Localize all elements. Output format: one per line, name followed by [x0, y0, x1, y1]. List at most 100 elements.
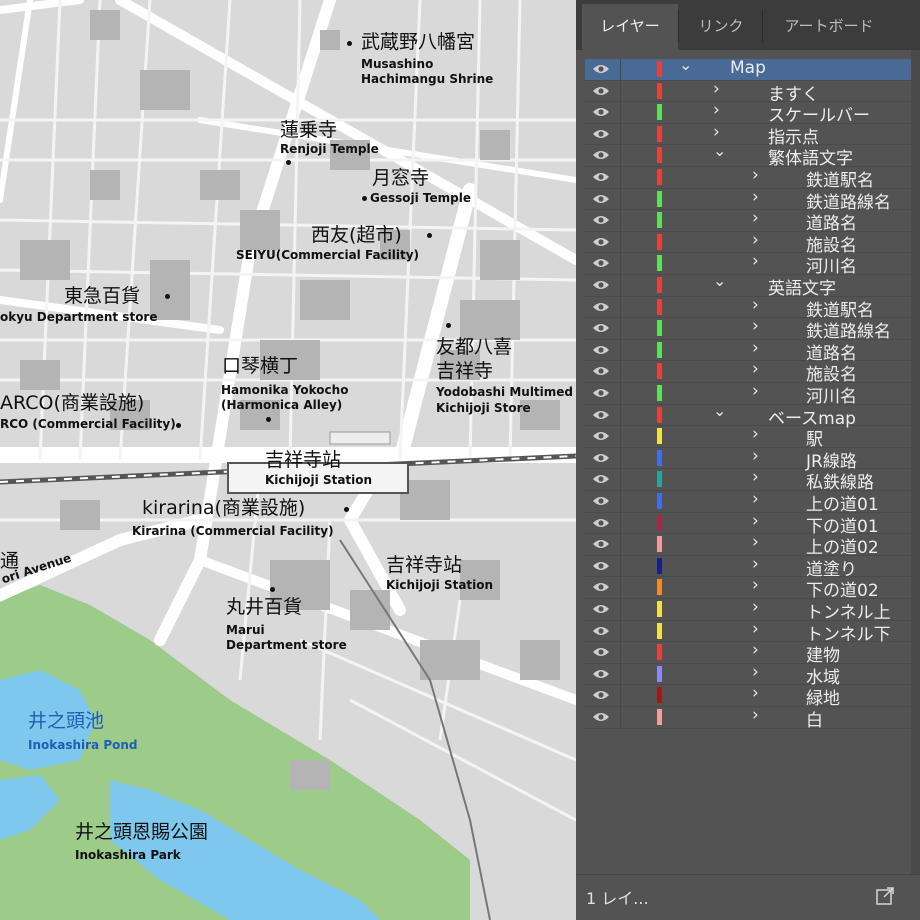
layer-row[interactable]: › スケールバー [585, 100, 920, 126]
visibility-eye-icon[interactable] [592, 301, 610, 313]
layer-row[interactable]: › 道塗り [585, 554, 920, 580]
map-canvas[interactable]: #l-musashino-ja{left:361px;top:32px;} #l… [0, 0, 576, 920]
visibility-eye-icon[interactable] [592, 365, 610, 377]
visibility-eye-icon[interactable] [592, 668, 610, 680]
layer-row[interactable]: › ますく [585, 79, 920, 105]
visibility-eye-icon[interactable] [592, 344, 610, 356]
layer-row[interactable]: › 指示点 [585, 122, 920, 148]
visibility-eye-icon[interactable] [592, 517, 610, 529]
visibility-eye-icon[interactable] [592, 603, 610, 615]
chevron-right-icon[interactable]: › [752, 165, 759, 185]
layer-row[interactable]: › トンネル下 [585, 619, 920, 645]
visibility-eye-icon[interactable] [592, 322, 610, 334]
visibility-eye-icon[interactable] [592, 625, 610, 637]
layer-list-scrollbar[interactable] [911, 50, 920, 874]
layer-row[interactable]: › 道路名 [585, 338, 920, 364]
visibility-eye-icon[interactable] [592, 711, 610, 723]
visibility-eye-icon[interactable] [592, 257, 610, 269]
chevron-right-icon[interactable]: › [713, 79, 720, 99]
visibility-eye-icon[interactable] [592, 63, 610, 75]
layer-row[interactable]: ⌄ ベースmap [585, 401, 920, 429]
layer-row[interactable]: › 鉄道路線名 [585, 187, 920, 213]
chevron-right-icon[interactable]: › [752, 683, 759, 703]
visibility-eye-icon[interactable] [592, 279, 610, 291]
chevron-right-icon[interactable]: › [752, 424, 759, 444]
visibility-eye-icon[interactable] [592, 473, 610, 485]
layer-row[interactable]: › 上の道01 [585, 489, 920, 515]
visibility-eye-icon[interactable] [592, 106, 610, 118]
layer-row[interactable]: › 上の道02 [585, 532, 920, 558]
layer-row[interactable]: › 施設名 [585, 230, 920, 256]
layer-row[interactable]: ⌄ 英語文字 [585, 271, 920, 299]
chevron-right-icon[interactable]: › [752, 575, 759, 595]
visibility-eye-icon[interactable] [592, 646, 610, 658]
chevron-right-icon[interactable]: › [752, 619, 759, 639]
visibility-eye-icon[interactable] [592, 495, 610, 507]
layer-row[interactable]: › 下の道01 [585, 511, 920, 537]
visibility-eye-icon[interactable] [592, 387, 610, 399]
visibility-eye-icon[interactable] [592, 409, 610, 421]
chevron-right-icon[interactable]: › [752, 316, 759, 336]
chevron-right-icon[interactable]: › [752, 705, 759, 725]
tab-links[interactable]: リンク [680, 4, 762, 50]
visibility-eye-icon[interactable] [592, 581, 610, 593]
layer-row[interactable]: › 鉄道路線名 [585, 316, 920, 342]
visibility-eye-icon[interactable] [592, 538, 610, 550]
chevron-right-icon[interactable]: › [752, 532, 759, 552]
visibility-eye-icon[interactable] [592, 430, 610, 442]
layer-row[interactable]: › 白 [585, 705, 920, 731]
chevron-right-icon[interactable]: › [713, 122, 720, 142]
chevron-right-icon[interactable]: › [752, 662, 759, 682]
visibility-eye-icon[interactable] [592, 128, 610, 140]
layer-row[interactable]: › 鉄道駅名 [585, 165, 920, 191]
layer-row[interactable]: ⌄ 繁体語文字 [585, 141, 920, 169]
chevron-right-icon[interactable]: › [752, 230, 759, 250]
visibility-eye-icon[interactable] [592, 214, 610, 226]
visibility-eye-icon[interactable] [592, 236, 610, 248]
chevron-right-icon[interactable]: › [752, 554, 759, 574]
visibility-eye-icon[interactable] [592, 171, 610, 183]
layer-row[interactable]: › 施設名 [585, 359, 920, 385]
tab-layers[interactable]: レイヤー [582, 4, 678, 50]
chevron-right-icon[interactable]: › [752, 359, 759, 379]
layer-row[interactable]: › 私鉄線路 [585, 467, 920, 493]
layer-row[interactable]: › 河川名 [585, 251, 920, 277]
chevron-right-icon[interactable]: › [752, 467, 759, 487]
layer-row[interactable]: ⌄ Map [585, 55, 920, 81]
visibility-eye-icon[interactable] [592, 560, 610, 572]
chevron-right-icon[interactable]: › [752, 489, 759, 509]
layer-row[interactable]: › 河川名 [585, 381, 920, 407]
layer-row[interactable]: › JR線路 [585, 446, 920, 472]
chevron-down-icon[interactable]: ⌄ [679, 55, 692, 74]
chevron-right-icon[interactable]: › [752, 511, 759, 531]
chevron-right-icon[interactable]: › [752, 597, 759, 617]
chevron-down-icon[interactable]: ⌄ [713, 271, 726, 290]
chevron-right-icon[interactable]: › [752, 251, 759, 271]
chevron-right-icon[interactable]: › [752, 446, 759, 466]
chevron-right-icon[interactable]: › [752, 381, 759, 401]
chevron-down-icon[interactable]: ⌄ [713, 141, 726, 160]
column-divider [620, 383, 621, 404]
chevron-right-icon[interactable]: › [752, 295, 759, 315]
layer-row[interactable]: › 道路名 [585, 208, 920, 234]
layer-row[interactable]: › 水域 [585, 662, 920, 688]
layer-row[interactable]: › トンネル上 [585, 597, 920, 623]
visibility-eye-icon[interactable] [592, 452, 610, 464]
chevron-right-icon[interactable]: › [752, 640, 759, 660]
tab-artboards[interactable]: アートボード [764, 4, 894, 50]
layer-row[interactable]: › 建物 [585, 640, 920, 666]
layer-row[interactable]: › 駅 [585, 424, 920, 450]
visibility-eye-icon[interactable] [592, 689, 610, 701]
chevron-right-icon[interactable]: › [752, 208, 759, 228]
layer-row[interactable]: › 鉄道駅名 [585, 295, 920, 321]
chevron-right-icon[interactable]: › [752, 338, 759, 358]
visibility-eye-icon[interactable] [592, 149, 610, 161]
chevron-right-icon[interactable]: › [713, 100, 720, 120]
visibility-eye-icon[interactable] [592, 193, 610, 205]
export-icon[interactable] [874, 885, 896, 907]
layer-row[interactable]: › 緑地 [585, 683, 920, 709]
chevron-right-icon[interactable]: › [752, 187, 759, 207]
layer-row[interactable]: › 下の道02 [585, 575, 920, 601]
chevron-down-icon[interactable]: ⌄ [713, 401, 726, 420]
visibility-eye-icon[interactable] [592, 85, 610, 97]
